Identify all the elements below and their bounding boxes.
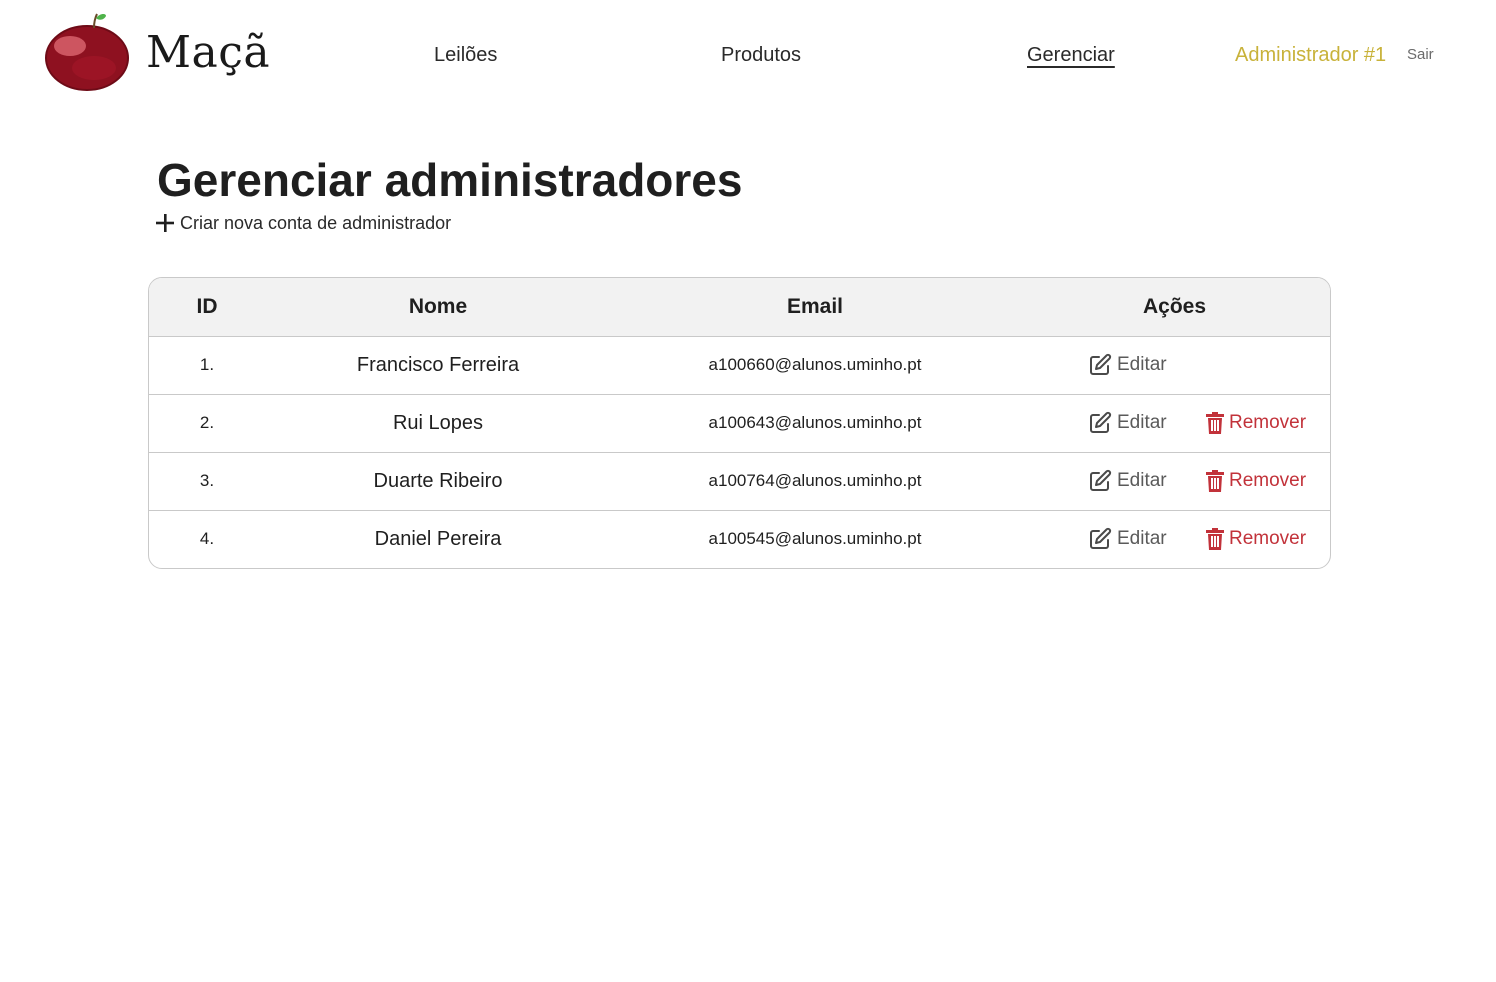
top-header: Maçã Leilões Produtos Gerenciar Administ… <box>0 0 1496 110</box>
cell-id: 3. <box>149 451 265 510</box>
user-name[interactable]: Administrador #1 <box>1235 42 1386 68</box>
apple-logo-icon <box>45 13 129 91</box>
trash-icon <box>1206 412 1224 434</box>
edit-label: Editar <box>1117 470 1167 491</box>
remove-button[interactable]: Remover <box>1206 412 1306 434</box>
table-row: 4. Daniel Pereira a100545@alunos.uminho.… <box>149 509 1330 568</box>
edit-button[interactable]: Editar <box>1088 411 1206 435</box>
header-name: Nome <box>265 278 611 337</box>
cell-name: Rui Lopes <box>265 393 611 452</box>
header-id: ID <box>149 278 265 337</box>
header-actions: Ações <box>1019 278 1330 337</box>
cell-id: 1. <box>199 355 215 374</box>
table-row: 3. Duarte Ribeiro a100764@alunos.uminho.… <box>149 451 1330 510</box>
cell-name: Daniel Pereira <box>265 509 611 568</box>
remove-label: Remover <box>1229 470 1307 491</box>
cell-name: Francisco Ferreira <box>356 353 520 376</box>
cell-actions: Editar Remover <box>1019 451 1330 510</box>
cell-email: a100643@alunos.uminho.pt <box>611 393 1019 452</box>
remove-button[interactable]: Remover <box>1206 470 1306 492</box>
table-row: 1. Francisco Ferreira a100660@alunos.umi… <box>149 336 1330 394</box>
cell-actions: Editar Remover <box>1019 393 1330 452</box>
cell-email: a100660@alunos.uminho.pt <box>708 355 922 374</box>
nav-leiloes[interactable]: Leilões <box>434 42 497 68</box>
cell-name: Duarte Ribeiro <box>265 451 611 510</box>
edit-label: Editar <box>1117 412 1167 433</box>
brand[interactable]: Maçã <box>44 12 270 92</box>
logout-link[interactable]: Sair <box>1407 46 1434 64</box>
cell-actions: Editar <box>1019 336 1330 394</box>
table-header-row: ID Nome Email Ações <box>149 278 1330 337</box>
cell-email: a100764@alunos.uminho.pt <box>611 451 1019 510</box>
plus-icon <box>156 214 174 232</box>
header-email: Email <box>611 278 1019 337</box>
nav-produtos[interactable]: Produtos <box>721 42 801 68</box>
edit-button[interactable]: Editar <box>1088 469 1206 493</box>
cell-email: a100545@alunos.uminho.pt <box>611 509 1019 568</box>
nav-gerenciar[interactable]: Gerenciar <box>1027 42 1115 68</box>
admins-table: ID Nome Email Ações 1. Francisco Ferreir… <box>148 277 1331 569</box>
edit-button[interactable]: Editar <box>1088 353 1206 377</box>
table-row: 2. Rui Lopes a100643@alunos.uminho.pt Ed… <box>149 393 1330 452</box>
create-admin-button[interactable]: Criar nova conta de administrador <box>154 212 451 234</box>
cell-id: 2. <box>149 393 265 452</box>
edit-label: Editar <box>1117 528 1167 550</box>
edit-icon <box>1090 411 1112 433</box>
edit-icon <box>1090 353 1112 375</box>
cell-actions: Editar Remover <box>1019 509 1330 568</box>
cell-id: 4. <box>149 509 265 568</box>
edit-button[interactable]: Editar <box>1088 527 1206 551</box>
remove-button[interactable]: Remover <box>1206 528 1307 551</box>
page-title: Gerenciar administradores <box>157 154 743 206</box>
trash-icon <box>1206 528 1224 551</box>
remove-label: Remover <box>1229 412 1307 433</box>
edit-icon <box>1090 528 1112 550</box>
brand-name: Maçã <box>146 26 271 78</box>
edit-icon <box>1090 469 1112 491</box>
edit-label: Editar <box>1117 354 1167 375</box>
remove-label: Remover <box>1229 528 1307 550</box>
trash-icon <box>1206 470 1224 492</box>
create-admin-label: Criar nova conta de administrador <box>180 212 452 233</box>
